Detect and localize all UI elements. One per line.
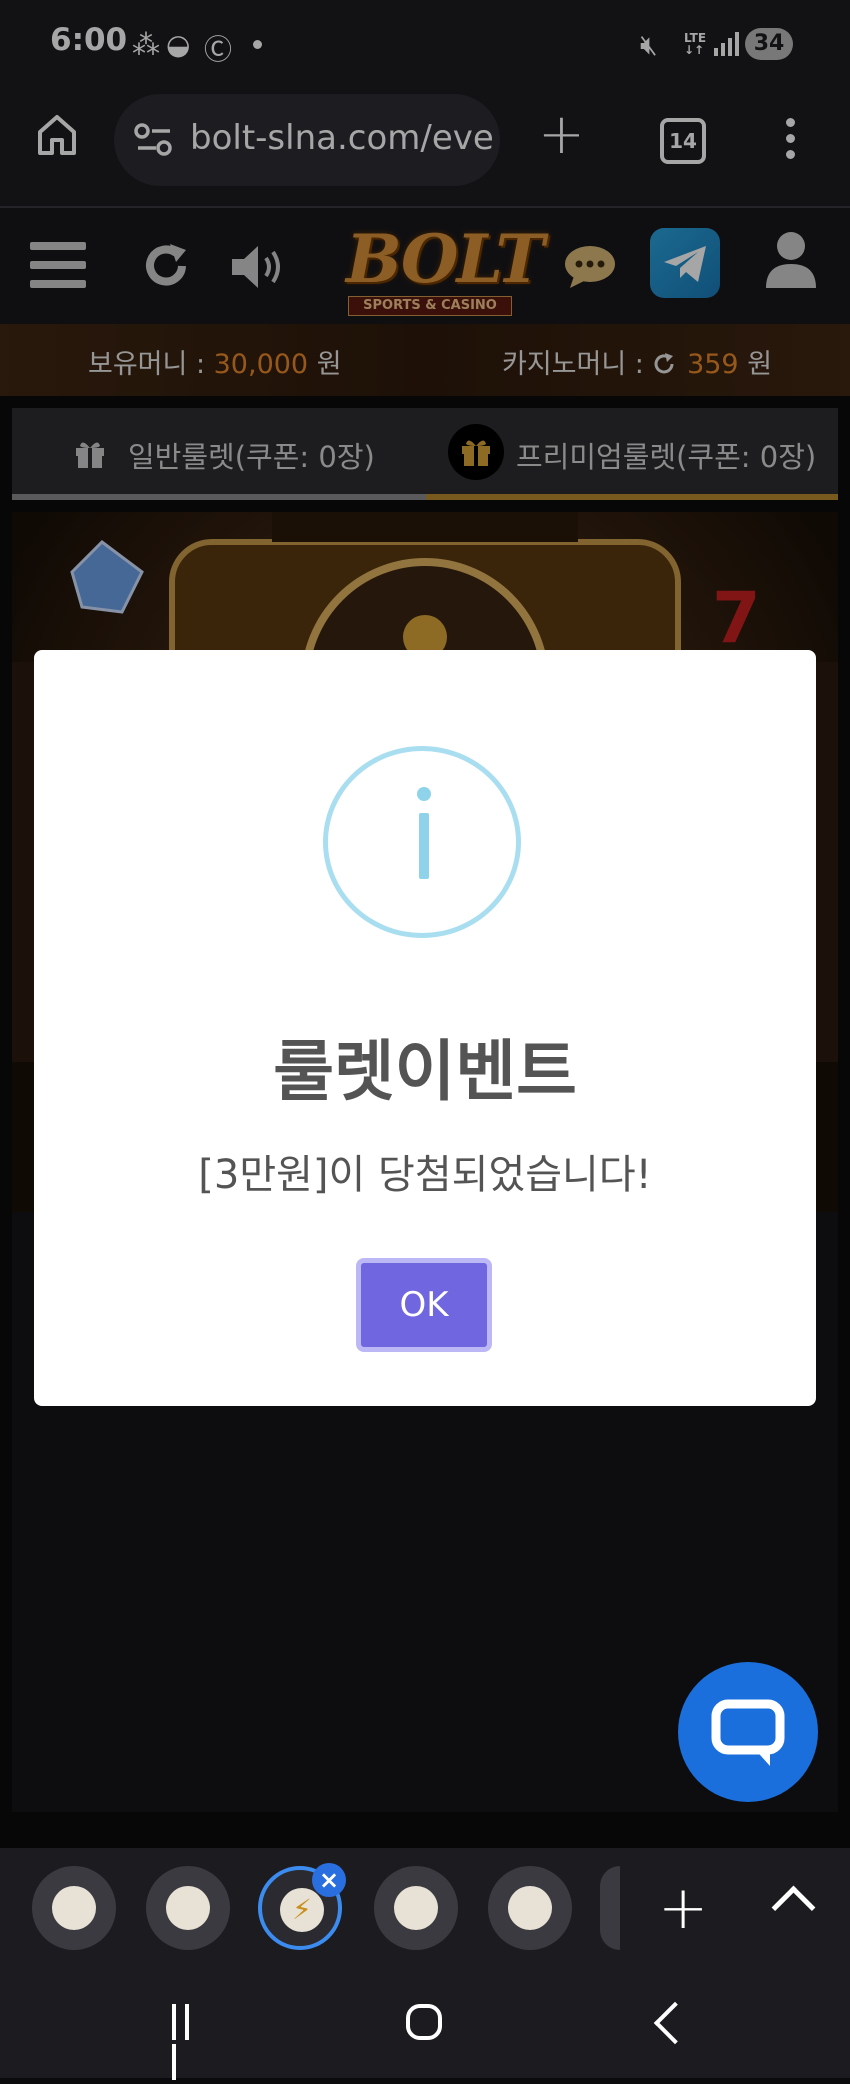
close-tab-button[interactable]: × xyxy=(312,1863,346,1897)
tab-favicon-icon xyxy=(166,1886,210,1930)
tab-chip-partial[interactable] xyxy=(600,1866,620,1950)
tab-chip-2[interactable] xyxy=(146,1866,230,1950)
system-home-button[interactable] xyxy=(406,2004,442,2040)
dialog-message: [3만원]이 당첨되었습니다! xyxy=(198,1152,652,1198)
tab-chip-1[interactable] xyxy=(32,1866,116,1950)
tab-favicon-icon xyxy=(52,1886,96,1930)
live-chat-button[interactable] xyxy=(678,1662,818,1802)
chat-bubble-icon xyxy=(711,1699,785,1766)
tab-chip-5[interactable] xyxy=(488,1866,572,1950)
tab-favicon-icon xyxy=(508,1886,552,1930)
add-tab-button[interactable]: + xyxy=(658,1878,708,1938)
info-icon xyxy=(323,746,521,938)
bolt-favicon-icon: ⚡ xyxy=(280,1888,324,1932)
ok-button[interactable]: OK xyxy=(356,1258,492,1352)
recent-apps-button[interactable] xyxy=(172,2004,208,2080)
dialog-title: 룰렛이벤트 xyxy=(273,1033,577,1110)
tab-chip-4[interactable] xyxy=(374,1866,458,1950)
tab-favicon-icon xyxy=(394,1886,438,1930)
